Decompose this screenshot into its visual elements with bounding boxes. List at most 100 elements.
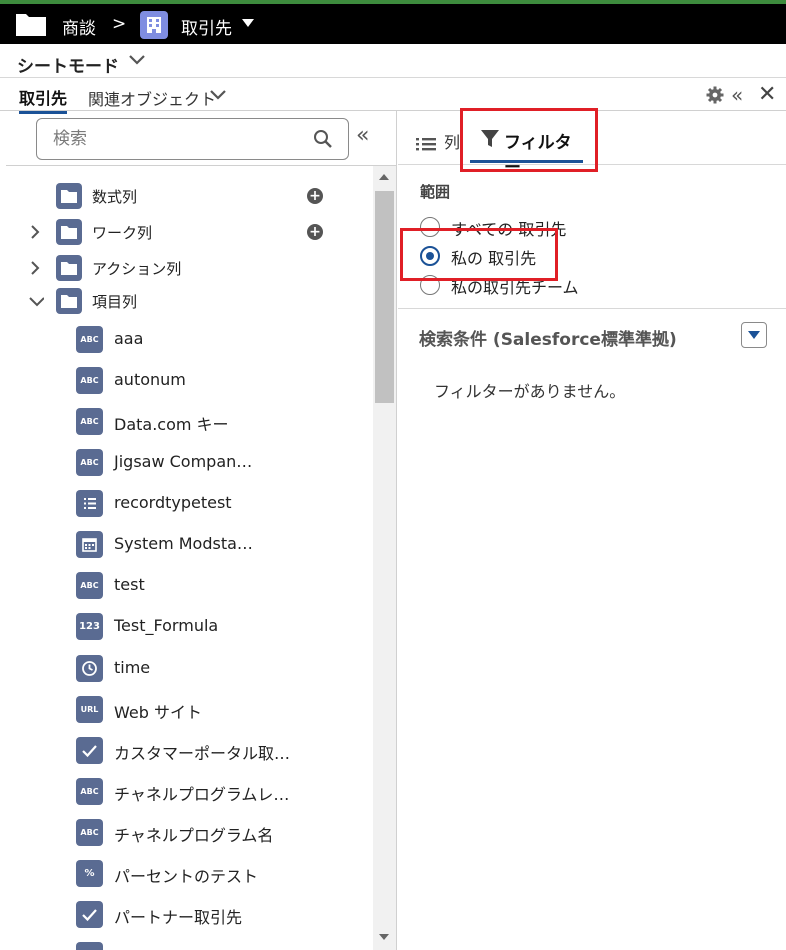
search-input[interactable] [53,128,303,150]
picklist-icon [76,490,103,517]
field-item[interactable]: ABC test [76,571,356,601]
text-type-icon: ABC [76,367,103,394]
chevron-right-icon[interactable] [28,223,42,241]
scope-heading: 範囲 [420,183,451,201]
folder-icon [56,255,82,281]
scroll-down-icon[interactable] [379,934,389,940]
app-header: 商談 > 取引先 [0,4,786,44]
field-item[interactable]: URL Web サイト [76,695,356,725]
add-icon[interactable]: + [307,188,323,204]
field-tree: 数式列 + ワーク列 + アクション列 項目列 ABC aaa ABC auto… [6,166,373,950]
add-icon[interactable]: + [307,224,323,240]
gear-icon[interactable] [706,86,724,104]
percent-type-icon: % [76,860,103,887]
chevron-down-icon[interactable] [207,87,229,103]
collapse-panel-icon[interactable]: « [731,83,743,107]
field-type-icon [76,942,103,950]
no-filter-message: フィルターがありません。 [434,382,626,401]
field-label: パートナー取引先 [114,908,243,927]
tree-group-action[interactable]: アクション列 [6,253,356,283]
field-item[interactable]: % パーセントのテスト [76,859,356,889]
field-label: カスタマーポータル取… [114,744,291,763]
field-item[interactable]: パートナー取引先 [76,900,356,930]
field-item[interactable]: System Modsta… [76,530,356,560]
breadcrumb-opportunity[interactable]: 商談 [62,14,96,39]
field-item[interactable]: ABC aaa [76,325,356,355]
conditions-heading: 検索条件 (Salesforce標準準拠) [419,330,677,350]
text-type-icon: ABC [76,449,103,476]
sheet-mode-label[interactable]: シートモード [17,52,119,77]
field-label: test [114,575,145,594]
field-item[interactable]: カスタマーポータル取… [76,736,356,766]
field-item[interactable] [76,941,356,950]
scrollbar[interactable] [373,166,396,950]
tab-columns[interactable]: 列 [416,129,460,153]
scroll-up-icon[interactable] [379,174,389,180]
highlight-box [460,108,598,172]
chevron-down-icon[interactable] [26,292,44,310]
tree-group-fields[interactable]: 項目列 [6,286,356,316]
field-item[interactable]: ABC Jigsaw Compan… [76,448,356,478]
chevron-right-icon[interactable] [28,259,42,277]
tree-group-label: 項目列 [92,293,138,311]
tree-group-label: アクション列 [92,260,182,278]
url-type-icon: URL [76,696,103,723]
field-item[interactable]: ABC チャネルプログラムレ… [76,777,356,807]
collapse-left-icon[interactable]: « [356,123,369,148]
field-item[interactable]: ABC autonum [76,366,356,396]
search-box [36,118,349,160]
field-item[interactable]: 123 Test_Formula [76,612,356,642]
field-label: autonum [114,370,186,389]
folder-icon [56,183,82,209]
chevron-down-icon[interactable] [127,52,147,68]
field-label: Test_Formula [114,616,219,635]
account-object-icon [140,11,168,39]
text-type-icon: ABC [76,819,103,846]
text-type-icon: ABC [76,778,103,805]
field-item[interactable]: ABC Data.com キー [76,407,356,437]
tab-related-objects[interactable]: 関連オブジェクト [88,86,216,110]
field-label: チャネルプログラム名 [114,826,274,845]
number-type-icon: 123 [76,613,103,640]
close-icon[interactable]: ✕ [758,82,776,107]
mode-bar: シートモード [0,44,786,78]
search-icon[interactable] [313,129,333,149]
tab-columns-label: 列 [444,133,461,152]
caret-down-icon[interactable] [242,19,254,27]
checkbox-type-icon [76,737,103,764]
field-item[interactable]: time [76,654,356,684]
list-icon [416,137,436,150]
tab-account[interactable]: 取引先 [19,85,68,114]
breadcrumb-account[interactable]: 取引先 [181,14,232,39]
text-type-icon: ABC [76,408,103,435]
open-folder-icon [56,288,82,314]
field-label: Web サイト [114,703,202,722]
tree-group-label: 数式列 [92,188,138,206]
field-label: System Modsta… [114,534,253,553]
scroll-thumb[interactable] [375,191,394,403]
object-tab-bar: 取引先 関連オブジェクト « ✕ [0,79,786,114]
conditions-dropdown-button[interactable] [741,322,767,348]
field-label: チャネルプログラムレ… [114,785,290,804]
tree-group-label: ワーク列 [92,224,153,242]
filter-panel: 列 フィルター 範囲 すべての 取引先 私の 取引先 私の取引先チーム 検索条件… [398,108,786,950]
field-label: recordtypetest [114,493,232,512]
divider [398,308,786,309]
highlight-box [400,228,558,281]
folder-icon [16,14,46,36]
calendar-icon [76,531,103,558]
tree-group-work[interactable]: ワーク列 + [6,217,356,247]
field-item[interactable]: ABC チャネルプログラム名 [76,818,356,848]
text-type-icon: ABC [76,326,103,353]
folder-icon [56,219,82,245]
field-label: time [114,658,151,677]
field-label: Data.com キー [114,415,229,434]
checkbox-type-icon [76,901,103,928]
field-label: パーセントのテスト [114,867,259,886]
field-list-panel: « 数式列 + ワーク列 + アクション列 項目列 ABC aaa [6,111,397,950]
clock-icon [76,655,103,682]
field-item[interactable]: recordtypetest [76,489,356,519]
field-label: aaa [114,329,144,348]
tree-group-formula[interactable]: 数式列 + [6,181,356,211]
breadcrumb-separator: > [112,14,127,34]
